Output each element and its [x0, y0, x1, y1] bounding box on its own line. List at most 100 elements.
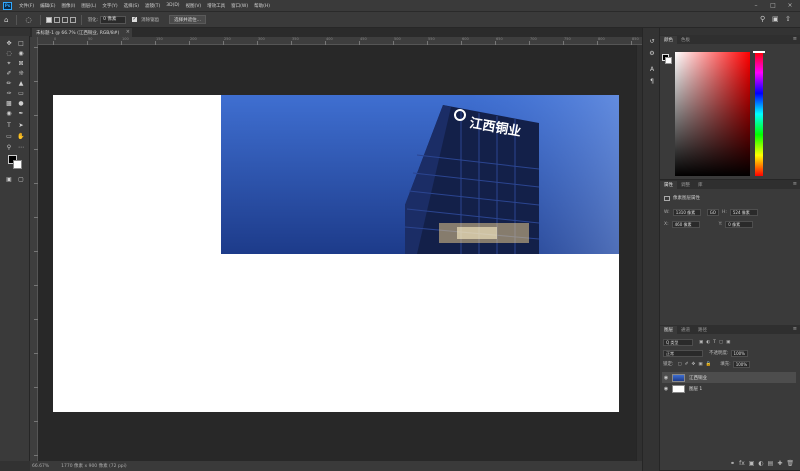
add-selection-icon[interactable] — [53, 16, 60, 23]
menu-file[interactable]: 文件(F) — [16, 3, 37, 9]
layer-filter-select[interactable]: Q 类型 — [663, 338, 693, 346]
eraser-tool-icon[interactable]: ▭ — [16, 89, 26, 98]
menu-edit[interactable]: 编辑(E) — [37, 3, 58, 9]
y-input[interactable]: 0 像素 — [725, 220, 754, 228]
layer-filter-icons[interactable]: ▣◐T▢▣ — [699, 340, 733, 345]
lasso-tool-icon[interactable]: ◌ — [25, 16, 31, 24]
close-window-icon[interactable]: × — [782, 0, 798, 11]
layer-row[interactable]: ◉ 图层 1 — [662, 383, 796, 394]
new-selection-icon[interactable] — [45, 16, 52, 23]
maximize-icon[interactable]: □ — [765, 0, 781, 11]
select-and-mask-button[interactable]: 选择并遮住... — [169, 15, 206, 24]
panel-menu-icon[interactable]: ≡ — [793, 181, 797, 187]
link-layers-icon[interactable]: ⚭ — [730, 460, 735, 467]
minimize-icon[interactable]: – — [748, 0, 764, 11]
move-tool-icon[interactable]: ✥ — [4, 39, 14, 48]
opacity-input[interactable]: 100% — [730, 349, 748, 357]
ruler-number: 450 — [360, 37, 367, 41]
gradient-tool-icon[interactable]: ▩ — [4, 99, 14, 108]
zoom-tool-icon[interactable]: ⚲ — [4, 143, 14, 152]
tab-color[interactable]: 颜色 — [660, 36, 677, 44]
tab-layers[interactable]: 图层 — [660, 326, 677, 334]
brush-settings-icon[interactable]: ⚙ — [647, 48, 657, 58]
horizontal-ruler[interactable]: 0 50 100 150 200 250 300 350 400 450 500 550 600 650 7… — [38, 37, 642, 45]
frame-tool-icon[interactable]: ⊠ — [16, 59, 26, 68]
fill-input[interactable]: 100% — [732, 360, 751, 368]
brush-tool-icon[interactable]: ✏ — [4, 79, 14, 88]
hand-tool-icon[interactable]: ✋ — [16, 132, 26, 141]
menu-view[interactable]: 视图(V) — [183, 3, 205, 9]
menu-type[interactable]: 文字(Y) — [99, 3, 120, 9]
layer-row[interactable]: ◉ 江西铜业 — [662, 372, 796, 383]
menu-3d[interactable]: 3D(D) — [163, 3, 182, 8]
quick-select-tool-icon[interactable]: ◉ — [16, 49, 26, 58]
menu-window[interactable]: 窗口(W) — [228, 3, 251, 9]
type-tool-icon[interactable]: T — [4, 121, 14, 130]
quick-mask-icon[interactable]: ▣ — [4, 175, 14, 184]
more-tools-icon[interactable]: ⋯ — [16, 143, 26, 152]
screen-mode-icon[interactable]: ▢ — [16, 175, 26, 184]
vertical-ruler[interactable] — [30, 37, 38, 461]
path-select-tool-icon[interactable]: ➤ — [16, 121, 26, 130]
tab-properties[interactable]: 属性 — [660, 181, 677, 189]
new-group-icon[interactable]: ▤ — [768, 460, 774, 467]
tab-paths[interactable]: 路径 — [694, 326, 711, 334]
menu-image[interactable]: 图像(I) — [58, 3, 78, 9]
background-color-swatch[interactable] — [13, 160, 22, 169]
healing-tool-icon[interactable]: ❊ — [16, 69, 26, 78]
shape-tool-icon[interactable]: ▭ — [4, 132, 14, 141]
blend-mode-select[interactable]: 正常 — [663, 349, 703, 357]
menu-filter[interactable]: 滤镜(T) — [142, 3, 163, 9]
pen-tool-icon[interactable]: ✒ — [16, 109, 26, 118]
eye-icon[interactable]: ◉ — [662, 375, 670, 381]
crop-tool-icon[interactable]: ⌖ — [4, 59, 14, 68]
fx-icon[interactable]: fx — [739, 460, 745, 467]
x-input[interactable]: 460 像素 — [671, 220, 700, 228]
share-icon[interactable]: ⇧ — [785, 15, 791, 23]
menu-select[interactable]: 选择(S) — [121, 3, 142, 9]
character-icon[interactable]: A — [647, 64, 657, 74]
menu-layer[interactable]: 图层(L) — [78, 3, 99, 9]
subtract-selection-icon[interactable] — [61, 16, 68, 23]
link-dimensions-button[interactable]: GO — [706, 208, 719, 216]
home-icon[interactable]: ⌂ — [4, 16, 8, 24]
history-icon[interactable]: ↺ — [647, 36, 657, 46]
menu-plugins[interactable]: 增效工具 — [204, 3, 228, 9]
document-canvas[interactable]: 江西铜业 — [53, 95, 619, 412]
paragraph-icon[interactable]: ¶ — [647, 76, 657, 86]
tab-channels[interactable]: 通道 — [677, 326, 694, 334]
feather-input[interactable]: 0 像素 — [100, 15, 127, 24]
menu-help[interactable]: 帮助(H) — [251, 3, 273, 9]
stamp-tool-icon[interactable]: ▲ — [16, 79, 26, 88]
dodge-tool-icon[interactable]: ◉ — [4, 109, 14, 118]
hue-slider-handle[interactable] — [753, 51, 765, 53]
tab-adjustments[interactable]: 调整 — [677, 181, 694, 189]
tab-libraries[interactable]: 库 — [694, 181, 707, 189]
width-input[interactable]: 1310 像素 — [672, 208, 701, 216]
workspace-icon[interactable]: ▣ — [772, 15, 779, 23]
search-icon[interactable]: ⚲ — [760, 15, 765, 23]
zoom-level[interactable]: 66.67% — [32, 464, 49, 469]
document-tab[interactable]: 未标题-1 @ 66.7% (江西铜业, RGB/8#) × — [32, 28, 132, 37]
tab-swatches[interactable]: 色板 — [677, 36, 694, 44]
background-color-chip[interactable] — [665, 57, 672, 64]
height-input[interactable]: 524 像素 — [729, 208, 758, 216]
hue-slider[interactable] — [755, 52, 763, 176]
panel-menu-icon[interactable]: ≡ — [793, 36, 797, 42]
antialias-checkbox[interactable]: ✓ — [132, 17, 138, 22]
new-layer-icon[interactable]: ✚ — [777, 460, 782, 467]
close-tab-icon[interactable]: × — [126, 29, 130, 35]
color-picker-field[interactable] — [675, 52, 750, 176]
lasso-tool-icon[interactable]: ◌ — [4, 49, 14, 58]
delete-layer-icon[interactable]: 🗑 — [786, 460, 794, 467]
add-mask-icon[interactable]: ▣ — [749, 460, 755, 467]
adjustment-layer-icon[interactable]: ◐ — [758, 460, 763, 467]
history-brush-icon[interactable]: ✑ — [4, 89, 14, 98]
intersect-selection-icon[interactable] — [69, 16, 76, 23]
eyedropper-tool-icon[interactable]: ✐ — [4, 69, 14, 78]
eye-icon[interactable]: ◉ — [662, 386, 670, 392]
lock-icons[interactable]: ▢✐✥▣🔒 — [678, 362, 715, 367]
panel-menu-icon[interactable]: ≡ — [793, 326, 797, 332]
marquee-tool-icon[interactable]: □ — [16, 39, 26, 48]
blur-tool-icon[interactable]: ● — [16, 99, 26, 108]
